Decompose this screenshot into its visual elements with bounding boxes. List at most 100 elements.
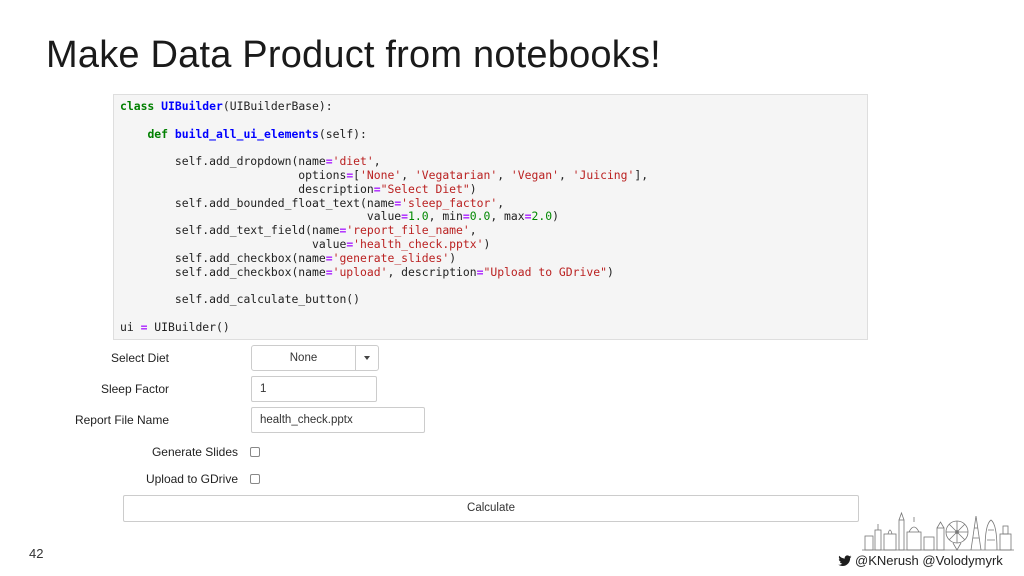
code-token: , (401, 167, 415, 182)
code-token: UIBuilder() (147, 319, 230, 334)
code-token: 'Juicing' (572, 167, 635, 182)
generate-slides-checkbox[interactable] (250, 447, 260, 457)
footer-handles-text: @KNerush @Volodymyrk (855, 553, 1003, 568)
code-token: self.add_dropdown(name (120, 154, 326, 169)
code-token: , (469, 223, 477, 238)
code-token: "Upload to GDrive" (483, 264, 607, 279)
code-token: = (325, 250, 333, 265)
code-token: , description (387, 264, 477, 279)
code-line: self.add_bounded_float_text(name='sleep_… (120, 195, 867, 211)
sleep-factor-widget: Sleep Factor 1 (46, 376, 377, 402)
code-token: ], (634, 167, 649, 182)
code-line: self.add_checkbox(name='generate_slides'… (120, 250, 867, 266)
upload-checkbox[interactable] (250, 474, 260, 484)
code-token: 2.0 (531, 209, 553, 224)
code-token: = (325, 264, 333, 279)
code-token: 'Vegan' (510, 167, 559, 182)
generate-slides-widget: Generate Slides (46, 445, 260, 459)
code-token: 1.0 (408, 209, 429, 224)
chevron-down-icon[interactable] (356, 346, 378, 370)
code-line: value=1.0, min=0.0, max=2.0) (120, 209, 867, 224)
code-token: ui (120, 319, 141, 334)
code-cell[interactable]: class UIBuilder(UIBuilderBase): def buil… (113, 94, 868, 340)
code-token: , min (428, 209, 463, 224)
code-token: = (373, 181, 381, 196)
code-line: self.add_calculate_button() (120, 292, 867, 307)
code-token: self.add_checkbox(name (120, 250, 326, 265)
code-token: (UIBuilderBase): (222, 99, 333, 113)
code-token: value (120, 236, 347, 251)
code-token: 'upload' (332, 264, 388, 279)
diet-label: Select Diet (110, 351, 169, 365)
code-token: UIBuilder (161, 99, 223, 113)
sleep-factor-input[interactable]: 1 (251, 376, 377, 402)
code-line: self.add_dropdown(name='diet', (120, 154, 867, 169)
calculate-button[interactable]: Calculate (123, 495, 859, 522)
london-skyline-illustration (862, 511, 1014, 551)
diet-dropdown[interactable]: None (251, 345, 379, 371)
code-token: [ (353, 167, 361, 182)
diet-widget: Select Diet None (46, 345, 379, 371)
code-token: options (120, 167, 347, 182)
slide-title: Make Data Product from notebooks! (46, 34, 661, 76)
code-token: self.add_text_field(name (120, 223, 340, 238)
code-token: 'sleep_factor' (401, 195, 498, 210)
code-line: description="Select Diet") (120, 181, 867, 197)
code-token: , (497, 195, 505, 210)
generate-slides-label: Generate Slides (151, 445, 238, 459)
code-token: self.add_checkbox(name (120, 264, 326, 279)
report-file-name-input[interactable]: health_check.pptx (251, 407, 425, 433)
code-token: 'Vegatarian' (414, 167, 498, 182)
code-token: , (558, 167, 573, 182)
code-token: class (120, 99, 155, 113)
code-token: = (462, 209, 470, 224)
code-token: ) (469, 181, 477, 196)
code-token: 'generate_slides' (332, 250, 450, 265)
code-token: ) (449, 250, 457, 265)
code-token: 'diet' (332, 154, 374, 169)
upload-widget: Upload to GDrive (46, 472, 260, 486)
code-token: ) (606, 264, 614, 279)
code-token: ) (483, 236, 491, 251)
code-token: def (147, 126, 169, 141)
code-token: description (120, 181, 374, 196)
code-line: value='health_check.pptx') (120, 236, 867, 252)
code-line: options=['None', 'Vegatarian', 'Vegan', … (120, 167, 867, 183)
code-token: , (497, 167, 511, 182)
code-token: , max (490, 209, 525, 224)
code-token: value (120, 209, 402, 224)
report-file-name-widget: Report File Name health_check.pptx (46, 407, 425, 433)
code-token: 0.0 (469, 209, 491, 224)
sleep-factor-label: Sleep Factor (100, 382, 169, 396)
code-token: 'report_file_name' (346, 223, 470, 238)
code-line: self.add_checkbox(name='upload', descrip… (120, 264, 867, 280)
code-token: (self): (318, 126, 367, 141)
code-token: 'None' (360, 167, 402, 182)
code-token: = (401, 209, 409, 224)
code-token: 'health_check.pptx' (353, 236, 484, 251)
report-file-name-label: Report File Name (74, 413, 169, 427)
code-line: def build_all_ui_elements(self): (120, 126, 867, 142)
page-number: 42 (29, 546, 44, 561)
code-token: = (524, 209, 532, 224)
code-token: build_all_ui_elements (174, 126, 319, 141)
code-token: , (373, 154, 381, 169)
code-token: = (325, 154, 333, 169)
code-line: class UIBuilder(UIBuilderBase): (120, 99, 867, 114)
twitter-bird-icon (838, 554, 852, 566)
code-line: ui = UIBuilder() (120, 319, 867, 335)
diet-dropdown-value: None (252, 346, 356, 370)
code-token: "Select Diet" (380, 181, 470, 196)
code-line: self.add_text_field(name='report_file_na… (120, 223, 867, 238)
footer-handles: @KNerush @Volodymyrk (838, 553, 1003, 568)
code-token: self.add_bounded_float_text(name (120, 195, 395, 210)
upload-label: Upload to GDrive (145, 472, 238, 486)
code-token: ) (552, 209, 559, 224)
code-token: self.add_calculate_button() (120, 292, 361, 307)
